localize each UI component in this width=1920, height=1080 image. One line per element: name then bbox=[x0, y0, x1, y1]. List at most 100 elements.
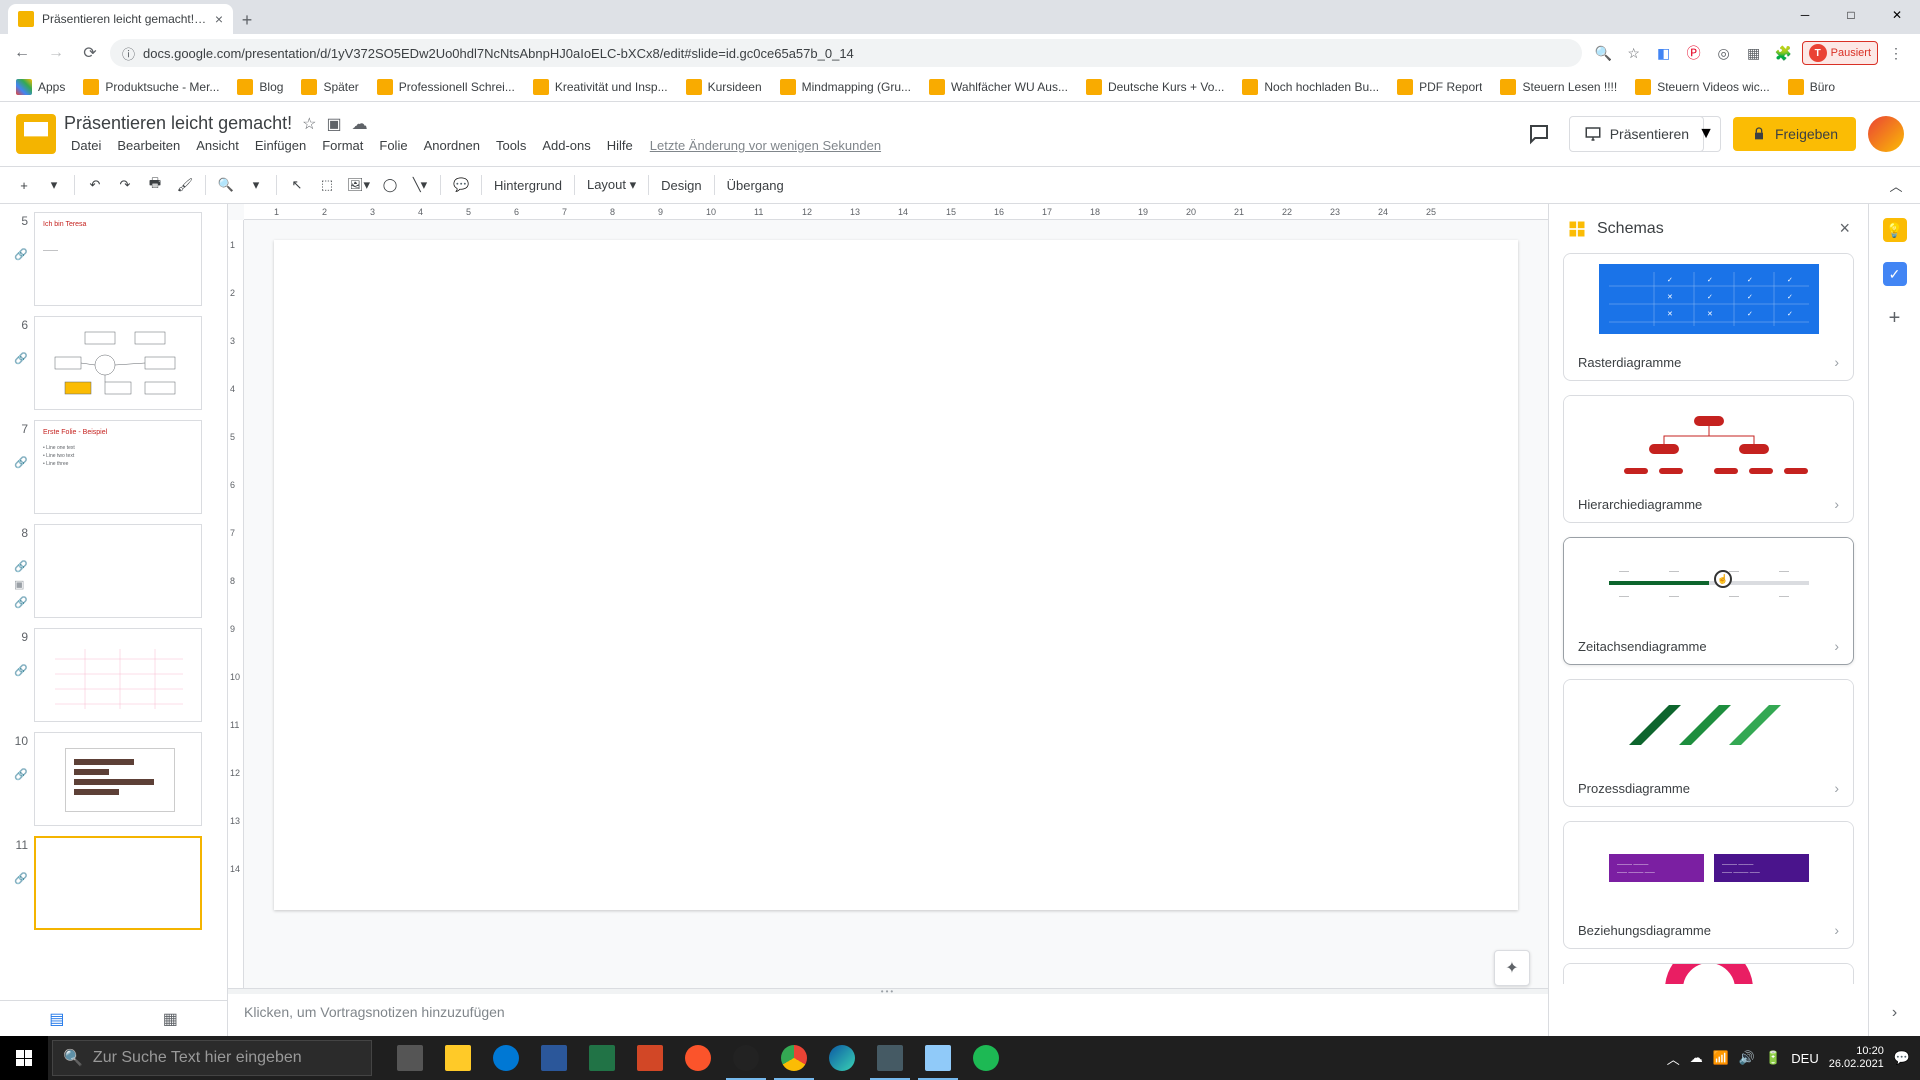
close-tab-icon[interactable]: × bbox=[215, 11, 223, 27]
menu-edit[interactable]: Bearbeiten bbox=[110, 136, 187, 155]
zoom-icon[interactable]: 🔍 bbox=[1592, 41, 1616, 65]
address-bar[interactable]: ⓘ docs.google.com/presentation/d/1yV372S… bbox=[110, 39, 1582, 67]
print-button[interactable]: 🖶 bbox=[141, 171, 169, 199]
slide-thumbnail-selected[interactable] bbox=[34, 836, 202, 930]
comments-button[interactable] bbox=[1521, 116, 1557, 152]
comment-tool[interactable]: 💬 bbox=[447, 171, 475, 199]
file-explorer-button[interactable] bbox=[434, 1036, 482, 1080]
transition-button[interactable]: Übergang bbox=[721, 178, 790, 193]
wifi-icon[interactable]: 📶 bbox=[1713, 1050, 1729, 1066]
add-addon-icon[interactable]: + bbox=[1883, 306, 1907, 330]
window-close-button[interactable]: ✕ bbox=[1874, 0, 1920, 30]
bookmark-item[interactable]: Deutsche Kurs + Vo... bbox=[1078, 75, 1232, 99]
brave-button[interactable] bbox=[674, 1036, 722, 1080]
notifications-icon[interactable]: 💬 bbox=[1894, 1050, 1910, 1066]
obs-button[interactable] bbox=[722, 1036, 770, 1080]
undo-button[interactable]: ↶ bbox=[81, 171, 109, 199]
bookmark-item[interactable]: Kursideen bbox=[678, 75, 770, 99]
collapse-toolbar-button[interactable]: ︿ bbox=[1882, 171, 1910, 199]
onedrive-icon[interactable]: ☁ bbox=[1690, 1050, 1703, 1066]
layout-button[interactable]: Layout ▾ bbox=[581, 177, 642, 193]
app-button[interactable] bbox=[866, 1036, 914, 1080]
new-slide-button[interactable]: + bbox=[10, 171, 38, 199]
bookmark-item[interactable]: Produktsuche - Mer... bbox=[75, 75, 227, 99]
present-dropdown[interactable]: ▼ bbox=[1692, 116, 1721, 152]
zoom-fit-button[interactable]: 🔍 bbox=[212, 171, 240, 199]
edge-button[interactable] bbox=[818, 1036, 866, 1080]
bookmark-star-icon[interactable]: ☆ bbox=[1622, 41, 1646, 65]
new-slide-dropdown[interactable]: ▾ bbox=[40, 171, 68, 199]
line-tool[interactable]: ╲▾ bbox=[406, 171, 434, 199]
design-button[interactable]: Design bbox=[655, 178, 707, 193]
slide-thumbnail[interactable] bbox=[34, 316, 202, 410]
textbox-tool[interactable]: ⬚ bbox=[313, 171, 341, 199]
profile-button[interactable]: T Pausiert bbox=[1802, 41, 1878, 65]
bookmark-item[interactable]: PDF Report bbox=[1389, 75, 1490, 99]
slide-thumbnail[interactable]: Erste Folie - Beispiel• Line one text• L… bbox=[34, 420, 202, 514]
present-button[interactable]: Präsentieren bbox=[1569, 116, 1704, 152]
taskbar-search[interactable]: 🔍 Zur Suche Text hier eingeben bbox=[52, 1040, 372, 1076]
bookmark-item[interactable]: Steuern Lesen !!!! bbox=[1492, 75, 1625, 99]
browser-tab[interactable]: Präsentieren leicht gemacht! - G... × bbox=[8, 4, 233, 34]
bookmark-apps[interactable]: Apps bbox=[8, 75, 73, 99]
menu-insert[interactable]: Einfügen bbox=[248, 136, 313, 155]
menu-help[interactable]: Hilfe bbox=[600, 136, 640, 155]
shape-tool[interactable]: ◯ bbox=[376, 171, 404, 199]
share-button[interactable]: Freigeben bbox=[1733, 117, 1856, 151]
paint-format-button[interactable]: 🖌 bbox=[171, 171, 199, 199]
image-tool[interactable]: 🖼▾ bbox=[343, 171, 374, 199]
schema-card-cycle[interactable] bbox=[1563, 963, 1854, 984]
cloud-status-icon[interactable]: ☁ bbox=[352, 114, 368, 134]
extension-icon[interactable]: ◧ bbox=[1652, 41, 1676, 65]
tray-expand-icon[interactable]: ︿ bbox=[1667, 1049, 1680, 1068]
slide-thumbnail[interactable] bbox=[34, 628, 202, 722]
bookmark-item[interactable]: Wahlfächer WU Aus... bbox=[921, 75, 1076, 99]
schema-card-relationship[interactable]: ——— ————— ——— ————— ————— ——— —— Beziehu… bbox=[1563, 821, 1854, 949]
window-minimize-button[interactable]: ─ bbox=[1782, 0, 1828, 30]
slide-thumbnail[interactable] bbox=[34, 524, 202, 618]
star-icon[interactable]: ☆ bbox=[302, 114, 316, 134]
extension-icon-3[interactable]: ▦ bbox=[1742, 41, 1766, 65]
tasks-icon[interactable]: ✓ bbox=[1883, 262, 1907, 286]
schema-card-process[interactable]: Prozessdiagramme› bbox=[1563, 679, 1854, 807]
speaker-notes[interactable]: Klicken, um Vortragsnotizen hinzuzufügen bbox=[228, 994, 1548, 1036]
grid-view-button[interactable]: ▦ bbox=[114, 1001, 228, 1036]
task-view-button[interactable] bbox=[386, 1036, 434, 1080]
collapse-rail-icon[interactable]: › bbox=[1892, 1004, 1897, 1022]
start-button[interactable] bbox=[0, 1036, 48, 1080]
bookmark-item[interactable]: Büro bbox=[1780, 75, 1843, 99]
clock[interactable]: 10:20 26.02.2021 bbox=[1829, 1045, 1884, 1071]
window-maximize-button[interactable]: □ bbox=[1828, 0, 1874, 30]
chrome-button[interactable] bbox=[770, 1036, 818, 1080]
menu-view[interactable]: Ansicht bbox=[189, 136, 246, 155]
menu-tools[interactable]: Tools bbox=[489, 136, 533, 155]
powerpoint-button[interactable] bbox=[626, 1036, 674, 1080]
menu-file[interactable]: Datei bbox=[64, 136, 108, 155]
schema-card-timeline[interactable]: ———————————————— ☝ Zeitachsendiagramme› bbox=[1563, 537, 1854, 665]
zoom-dropdown[interactable]: ▾ bbox=[242, 171, 270, 199]
menu-format[interactable]: Format bbox=[315, 136, 370, 155]
explore-button[interactable]: ✦ bbox=[1494, 950, 1530, 986]
schema-card-hierarchy[interactable]: Hierarchiediagramme› bbox=[1563, 395, 1854, 523]
select-tool[interactable]: ↖ bbox=[283, 171, 311, 199]
close-panel-button[interactable]: × bbox=[1839, 218, 1850, 239]
site-info-icon[interactable]: ⓘ bbox=[122, 44, 135, 63]
menu-addons[interactable]: Add-ons bbox=[535, 136, 597, 155]
bookmark-item[interactable]: Kreativität und Insp... bbox=[525, 75, 676, 99]
word-button[interactable] bbox=[530, 1036, 578, 1080]
bookmark-item[interactable]: Steuern Videos wic... bbox=[1627, 75, 1778, 99]
menu-arrange[interactable]: Anordnen bbox=[417, 136, 487, 155]
slide-filmstrip[interactable]: 5 🔗 Ich bin Teresa——— 6 🔗 7 🔗 Erste Foli… bbox=[0, 204, 228, 1036]
redo-button[interactable]: ↷ bbox=[111, 171, 139, 199]
excel-button[interactable] bbox=[578, 1036, 626, 1080]
slides-logo-icon[interactable] bbox=[16, 114, 56, 154]
slide-canvas[interactable] bbox=[274, 240, 1518, 910]
extension-icon-2[interactable]: ◎ bbox=[1712, 41, 1736, 65]
battery-icon[interactable]: 🔋 bbox=[1765, 1050, 1781, 1066]
bookmark-item[interactable]: Mindmapping (Gru... bbox=[772, 75, 919, 99]
account-avatar[interactable] bbox=[1868, 116, 1904, 152]
edge-classic-button[interactable] bbox=[482, 1036, 530, 1080]
language-indicator[interactable]: DEU bbox=[1791, 1051, 1818, 1066]
bookmark-item[interactable]: Später bbox=[293, 75, 366, 99]
filmstrip-view-button[interactable]: ▤ bbox=[0, 1001, 114, 1036]
